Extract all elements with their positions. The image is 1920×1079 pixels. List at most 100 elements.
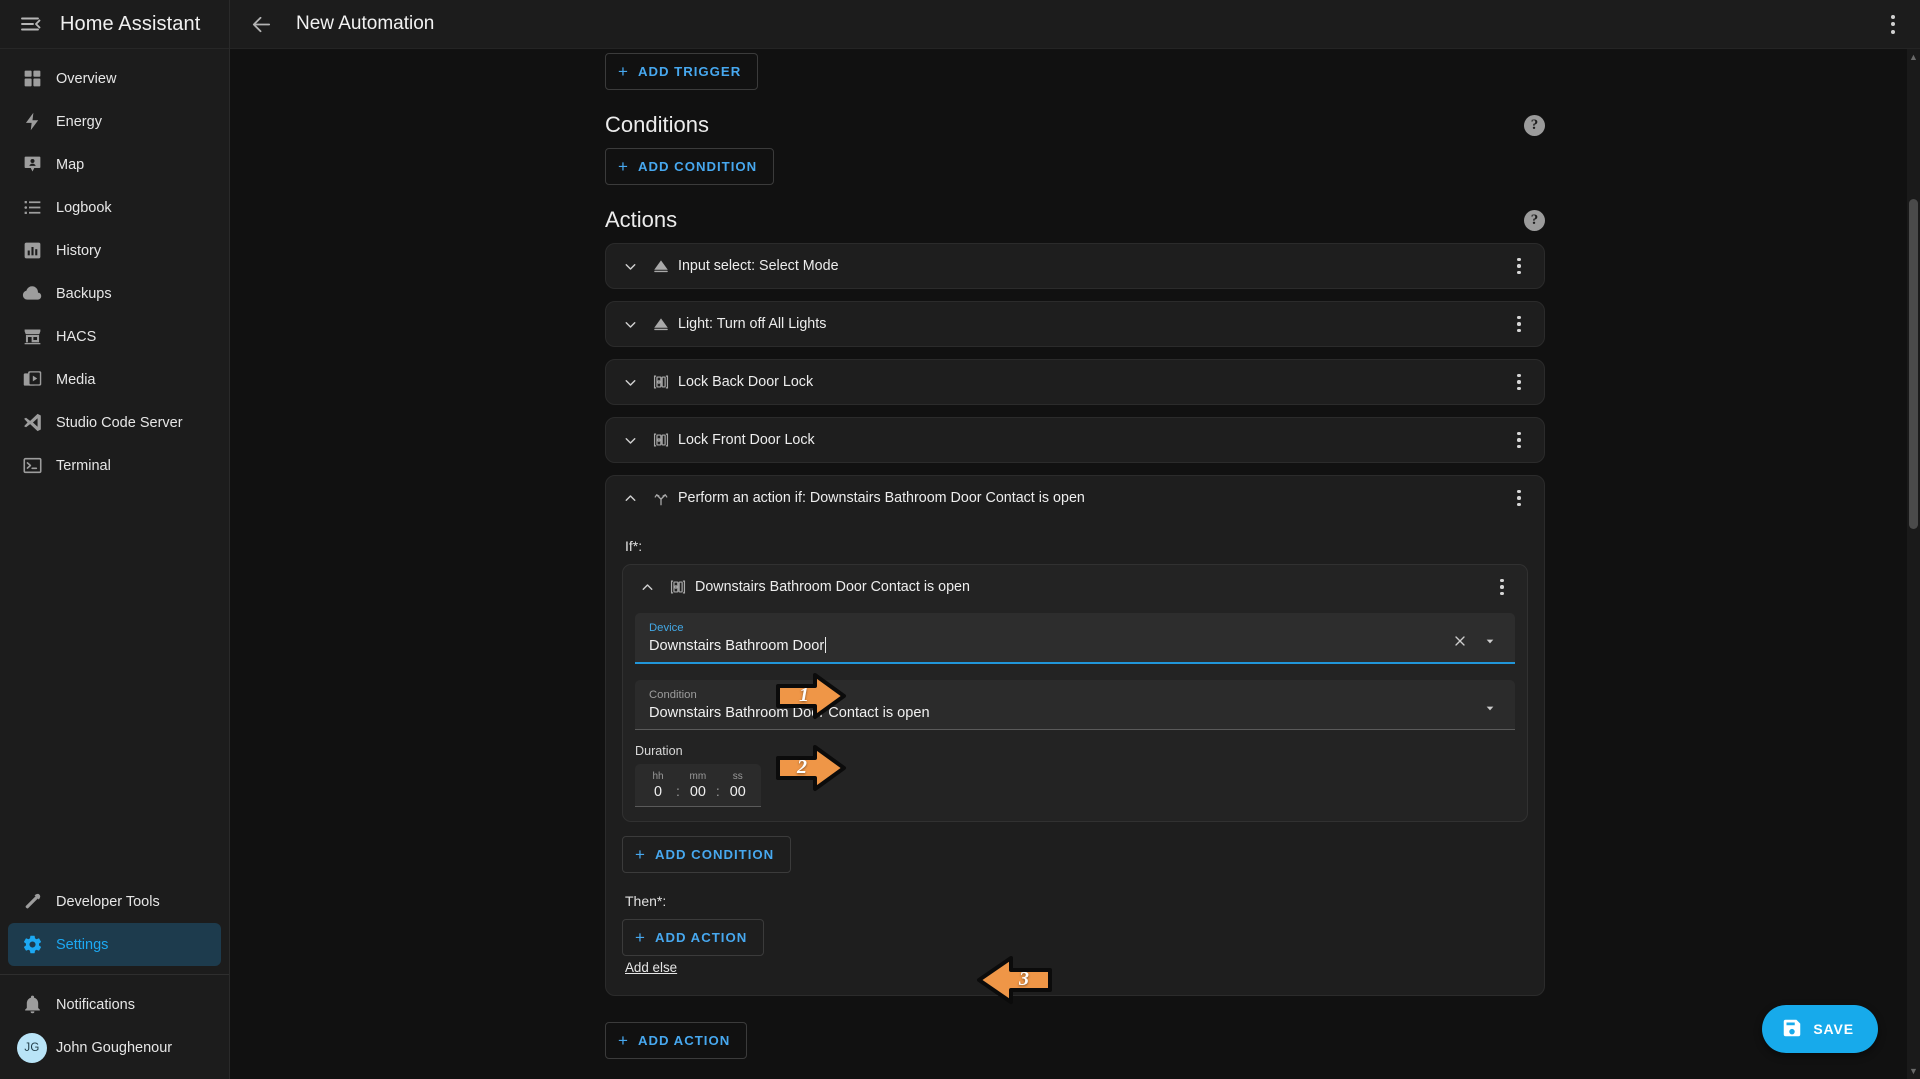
if-then-card-header[interactable]: Perform an action if: Downstairs Bathroo… <box>606 476 1544 520</box>
action-card-title: Lock Back Door Lock <box>678 374 814 390</box>
sidebar-item-terminal[interactable]: Terminal <box>8 444 221 487</box>
bottom-add-action-button[interactable]: + ADD ACTION <box>605 1022 748 1059</box>
action-card-title: Lock Front Door Lock <box>678 432 815 448</box>
dots-vertical-icon[interactable] <box>1872 3 1914 45</box>
bell-icon <box>8 994 56 1015</box>
main-area: New Automation + ADD TRIGGER Conditions … <box>230 0 1920 1079</box>
duration-mm-value: 00 <box>689 784 706 800</box>
then-add-action-button[interactable]: + ADD ACTION <box>622 919 765 956</box>
chevron-down-icon[interactable] <box>616 374 644 391</box>
action-card-header[interactable]: Lock Back Door Lock <box>606 360 1544 404</box>
duration-hours-field[interactable]: hh 0 <box>647 771 669 800</box>
action-card: Lock Front Door Lock <box>605 417 1545 463</box>
sidebar-item-energy[interactable]: Energy <box>8 100 221 143</box>
sidebar-item-label: Studio Code Server <box>56 414 183 431</box>
duration-seconds-field[interactable]: ss 00 <box>727 771 749 800</box>
scrollbar-thumb[interactable] <box>1909 199 1918 529</box>
sidebar: Home Assistant Overview Energy Map Logbo… <box>0 0 230 1079</box>
save-button[interactable]: SAVE <box>1762 1005 1878 1053</box>
sidebar-item-label: Settings <box>56 936 109 953</box>
chevron-down-icon[interactable] <box>616 258 644 275</box>
device-field-label: Device <box>649 622 684 634</box>
sidebar-item-hacs[interactable]: HACS <box>8 315 221 358</box>
format-list-bulleted-icon <box>8 197 56 218</box>
chart-box-icon <box>8 240 56 261</box>
action-overflow-menu[interactable] <box>1502 249 1536 283</box>
condition-card: Downstairs Bathroom Door Contact is open… <box>622 564 1528 822</box>
add-else-link[interactable]: Add else <box>625 960 677 975</box>
sidebar-item-backups[interactable]: Backups <box>8 272 221 315</box>
sidebar-item-label: Overview <box>56 70 117 87</box>
hammer-icon <box>8 891 56 912</box>
sidebar-item-user-profile[interactable]: JG John Goughenour <box>8 1026 221 1069</box>
sidebar-item-map[interactable]: Map <box>8 143 221 186</box>
map-marker-account-icon <box>8 154 56 175</box>
sidebar-item-logbook[interactable]: Logbook <box>8 186 221 229</box>
close-icon[interactable] <box>1447 628 1473 654</box>
condition-field-inner: Condition Downstairs Bathroom Door Conta… <box>649 689 1477 722</box>
sidebar-item-history[interactable]: History <box>8 229 221 272</box>
device-field-inner: Device Downstairs Bathroom Door <box>649 622 1447 655</box>
sidebar-item-overview[interactable]: Overview <box>8 57 221 100</box>
sidebar-item-label: Logbook <box>56 199 112 216</box>
action-card-header[interactable]: Input select: Select Mode <box>606 244 1544 288</box>
chevron-down-icon[interactable] <box>616 316 644 333</box>
action-overflow-menu[interactable] <box>1502 365 1536 399</box>
condition-card-body: Device Downstairs Bathroom Door Conditio… <box>623 609 1527 821</box>
plus-icon: + <box>635 845 646 864</box>
action-card-header[interactable]: Lock Front Door Lock <box>606 418 1544 462</box>
action-overflow-menu[interactable] <box>1502 307 1536 341</box>
chevron-down-icon[interactable] <box>616 432 644 449</box>
if-then-overflow-menu[interactable] <box>1502 481 1536 515</box>
hamburger-collapse-icon[interactable] <box>10 3 52 45</box>
duration-input-group[interactable]: hh 0 : mm 00 : ss 00 <box>635 764 761 807</box>
duration-minutes-field[interactable]: mm 00 <box>687 771 709 800</box>
sidebar-item-notifications[interactable]: Notifications <box>8 983 221 1026</box>
scroll-up-arrow[interactable]: ▲ <box>1909 51 1918 63</box>
duration-ss-value: 00 <box>729 784 746 800</box>
text-cursor <box>825 637 827 653</box>
console-icon <box>8 455 56 476</box>
service-call-icon <box>644 315 678 333</box>
plus-icon: + <box>618 157 629 176</box>
help-circle-icon[interactable]: ? <box>1524 209 1545 231</box>
add-trigger-button[interactable]: + ADD TRIGGER <box>605 53 759 90</box>
sidebar-item-developer-tools[interactable]: Developer Tools <box>8 880 221 923</box>
sidebar-item-label: Developer Tools <box>56 893 160 910</box>
sidebar-item-studio-code-server[interactable]: Studio Code Server <box>8 401 221 444</box>
lightning-bolt-icon <box>8 111 56 132</box>
chevron-up-icon[interactable] <box>633 579 661 596</box>
chevron-up-icon[interactable] <box>616 490 644 507</box>
duration-separator: : <box>676 783 680 799</box>
add-condition-button[interactable]: + ADD CONDITION <box>605 148 775 185</box>
back-button[interactable] <box>240 3 282 45</box>
if-add-condition-button[interactable]: + ADD CONDITION <box>622 836 792 873</box>
action-overflow-menu[interactable] <box>1502 423 1536 457</box>
service-call-icon <box>644 257 678 275</box>
duration-hh-value: 0 <box>653 784 662 800</box>
condition-card-header[interactable]: Downstairs Bathroom Door Contact is open <box>623 565 1527 609</box>
automation-editor-page: + ADD TRIGGER Conditions ? + ADD CONDITI… <box>605 49 1545 1079</box>
duration-hh-caption: hh <box>652 771 664 782</box>
annotation-arrow-3: 3 <box>975 954 1053 1006</box>
annotation-number-1: 1 <box>799 684 809 706</box>
action-card-header[interactable]: Light: Turn off All Lights <box>606 302 1544 346</box>
menu-down-icon[interactable] <box>1477 628 1503 654</box>
condition-overflow-menu[interactable] <box>1485 570 1519 604</box>
condition-field[interactable]: Condition Downstairs Bathroom Door Conta… <box>635 680 1515 730</box>
plus-icon: + <box>618 62 629 81</box>
sidebar-item-settings[interactable]: Settings <box>8 923 221 966</box>
annotation-arrow-2: 2 <box>775 743 847 793</box>
bottom-add-action-label: ADD ACTION <box>637 1033 731 1048</box>
sidebar-item-media[interactable]: Media <box>8 358 221 401</box>
device-field[interactable]: Device Downstairs Bathroom Door <box>635 613 1515 664</box>
scroll-down-arrow[interactable]: ▼ <box>1909 1065 1918 1077</box>
avatar-initials: JG <box>17 1032 47 1063</box>
menu-down-icon[interactable] <box>1477 695 1503 721</box>
if-then-card-title: Perform an action if: Downstairs Bathroo… <box>678 490 1085 506</box>
vertical-scrollbar[interactable]: ▲ ▼ <box>1907 49 1920 1079</box>
help-circle-icon[interactable]: ? <box>1524 114 1545 136</box>
editor-content: + ADD TRIGGER Conditions ? + ADD CONDITI… <box>230 49 1920 1079</box>
device-icon <box>644 373 678 391</box>
